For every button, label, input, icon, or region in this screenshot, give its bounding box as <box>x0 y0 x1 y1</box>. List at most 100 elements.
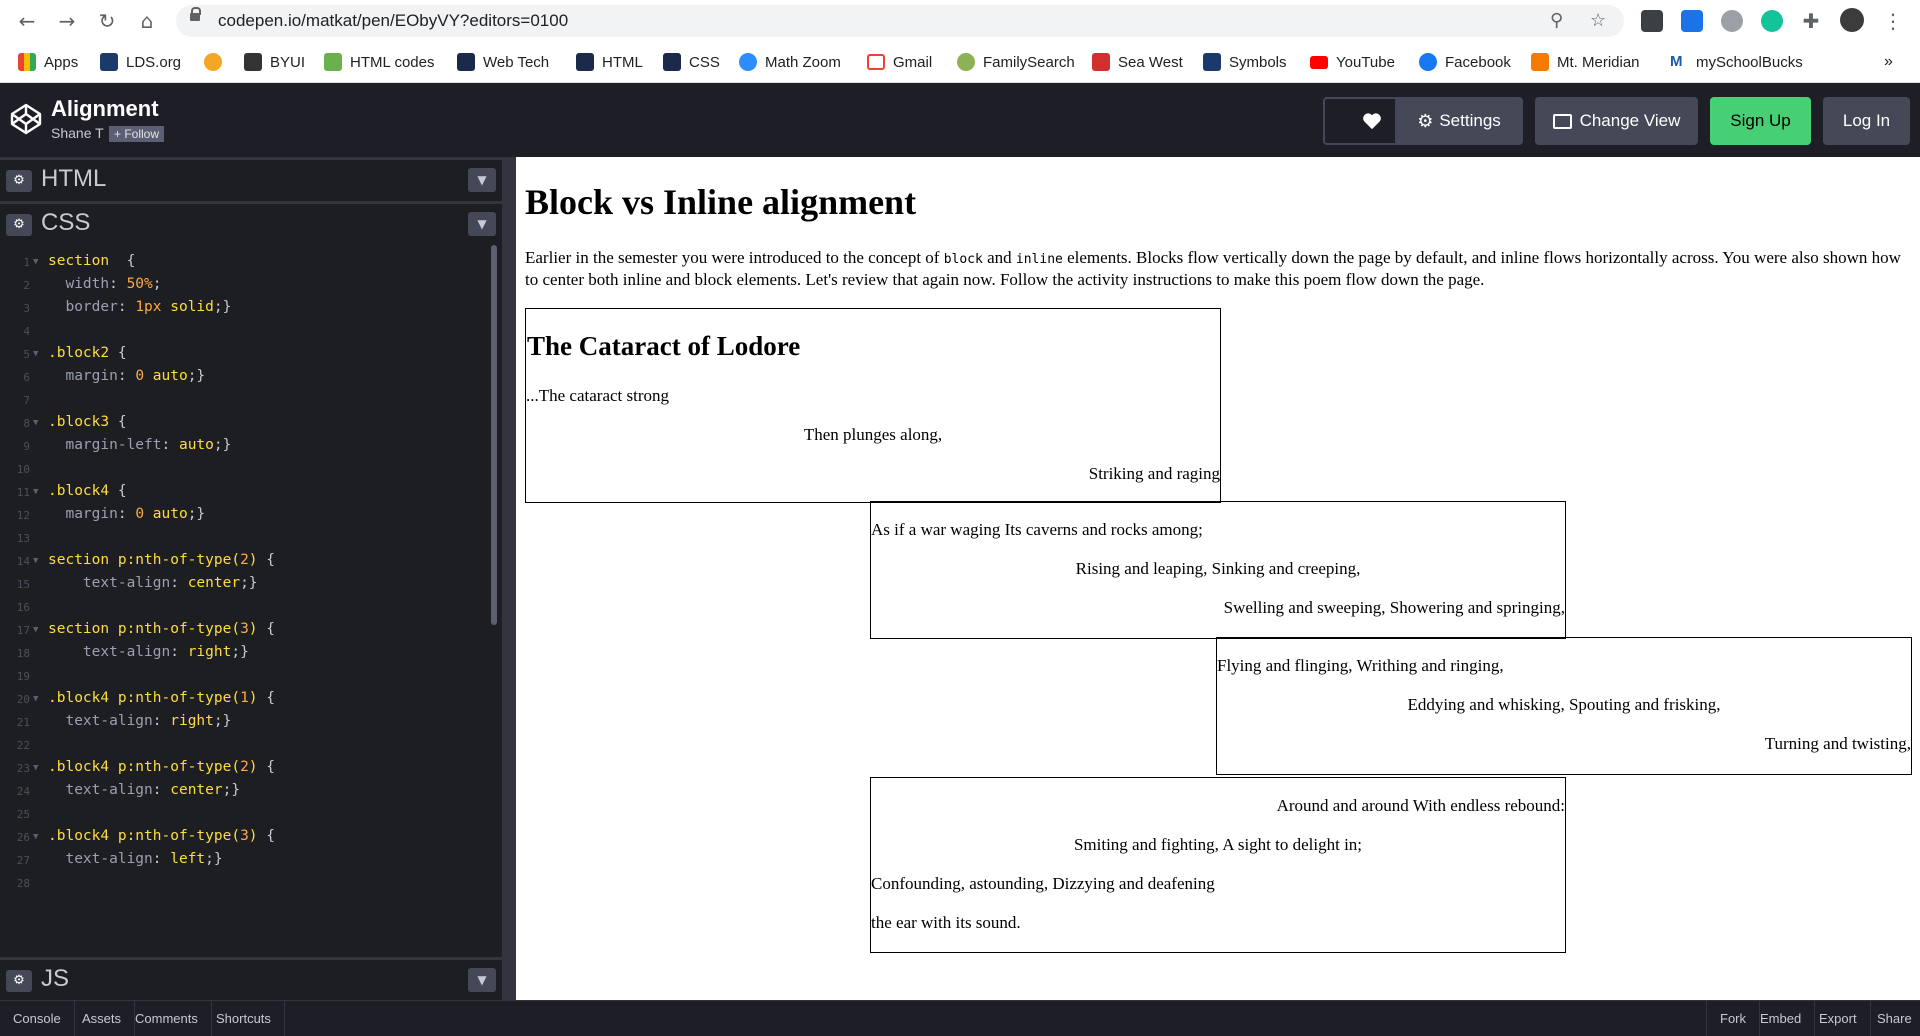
change-view-button[interactable]: Change View <box>1535 97 1698 145</box>
code-line[interactable]: 25 <box>0 805 490 827</box>
code-line[interactable]: 15 text-align: center;} <box>0 575 490 597</box>
code-line[interactable]: 5 ▼ .block2 { <box>0 345 490 367</box>
address-bar[interactable]: codepen.io/matkat/pen/EObyVY?editors=010… <box>176 5 1624 37</box>
chevron-down-icon[interactable]: ▼ <box>468 968 496 992</box>
bookmark-css[interactable]: CSS <box>663 51 720 73</box>
fold-arrow-icon[interactable]: ▼ <box>33 832 38 842</box>
js-editor-header[interactable]: ⚙ JS ▼ <box>0 957 502 1000</box>
back-icon[interactable]: ← <box>14 8 40 34</box>
chevron-down-icon[interactable]: ▼ <box>468 168 496 192</box>
editor-scrollbar[interactable] <box>491 245 497 625</box>
code-line[interactable]: 14 ▼ section p:nth-of-type(2) { <box>0 552 490 574</box>
code-line[interactable]: 28 <box>0 874 490 896</box>
code-line[interactable]: 3 border: 1px solid;} <box>0 299 490 321</box>
bookmark-sea-west[interactable]: Sea West <box>1092 51 1183 73</box>
code-line[interactable]: 12 margin: 0 auto;} <box>0 506 490 528</box>
bookmark-byui[interactable]: BYUI <box>244 51 305 73</box>
poem-line: Confounding, astounding, Dizzying and de… <box>871 874 1215 893</box>
line-number: 19 <box>16 670 30 683</box>
avatar[interactable] <box>1840 8 1864 32</box>
code-line[interactable]: 8 ▼ .block3 { <box>0 414 490 436</box>
share-button[interactable]: Share <box>1864 1001 1920 1036</box>
code-line[interactable]: 19 <box>0 667 490 689</box>
extension-icon[interactable] <box>1721 10 1743 32</box>
bookmark-familysearch[interactable]: FamilySearch <box>957 51 1075 73</box>
extension-icon[interactable] <box>1641 10 1663 32</box>
code-line[interactable]: 24 text-align: center;} <box>0 782 490 804</box>
css-editor-header[interactable]: ⚙ CSS ▼ <box>0 201 502 242</box>
home-icon[interactable]: ⌂ <box>134 8 160 34</box>
code-line[interactable]: 26 ▼ .block4 p:nth-of-type(3) { <box>0 828 490 850</box>
code-line[interactable]: 1 ▼ section { <box>0 253 490 275</box>
code-line[interactable]: 13 <box>0 529 490 551</box>
fold-arrow-icon[interactable]: ▼ <box>33 349 38 359</box>
gear-icon[interactable]: ⚙ <box>6 170 32 192</box>
bookmark-gmail[interactable]: Gmail <box>867 51 932 73</box>
bookmark-lds[interactable]: LDS.org <box>100 51 181 73</box>
bookmark-symbols[interactable]: Symbols <box>1203 51 1287 73</box>
code-line[interactable]: 23 ▼ .block4 p:nth-of-type(2) { <box>0 759 490 781</box>
code-line[interactable]: 2 width: 50%; <box>0 276 490 298</box>
code-line[interactable]: 17 ▼ section p:nth-of-type(3) { <box>0 621 490 643</box>
fold-arrow-icon[interactable]: ▼ <box>33 694 38 704</box>
url-text[interactable]: codepen.io/matkat/pen/EObyVY?editors=010… <box>218 11 568 31</box>
gear-icon[interactable]: ⚙ <box>6 970 32 992</box>
bookmark-html[interactable]: HTML <box>576 51 643 73</box>
reload-icon[interactable]: ↻ <box>94 8 120 34</box>
chevron-down-icon[interactable]: ▼ <box>468 212 496 236</box>
code-line[interactable]: 6 margin: 0 auto;} <box>0 368 490 390</box>
code-line[interactable]: 9 margin-left: auto;} <box>0 437 490 459</box>
forward-icon[interactable]: → <box>54 8 80 34</box>
sign-up-button[interactable]: Sign Up <box>1710 97 1811 145</box>
code-line[interactable]: 11 ▼ .block4 { <box>0 483 490 505</box>
shortcuts-button[interactable]: Shortcuts <box>203 1001 285 1036</box>
code-line[interactable]: 4 <box>0 322 490 344</box>
console-button[interactable]: Console <box>0 1001 75 1036</box>
bookmark-myschoolbucks[interactable]: MmySchoolBucks <box>1670 51 1803 73</box>
bookmark-star-icon[interactable]: ☆ <box>1590 10 1606 31</box>
fold-arrow-icon[interactable]: ▼ <box>33 418 38 428</box>
extension-icon[interactable] <box>1681 10 1703 32</box>
codepen-logo-icon[interactable] <box>10 103 42 135</box>
bookmark-apps[interactable]: Apps <box>18 51 78 73</box>
code-line[interactable]: 18 text-align: right;} <box>0 644 490 666</box>
settings-button[interactable]: ⚙ Settings <box>1395 97 1523 145</box>
menu-dots-icon[interactable]: ⋮ <box>1880 8 1906 34</box>
puzzle-icon[interactable]: ✚ <box>1798 8 1824 34</box>
code-line[interactable]: 20 ▼ .block4 p:nth-of-type(1) { <box>0 690 490 712</box>
bookmark-html-codes[interactable]: HTML codes <box>324 51 434 73</box>
code-line[interactable]: 22 <box>0 736 490 758</box>
code-line[interactable]: 27 text-align: left;} <box>0 851 490 873</box>
fold-arrow-icon[interactable]: ▼ <box>33 257 38 267</box>
code-text: margin: 0 auto;} <box>48 506 206 522</box>
code-line[interactable]: 21 text-align: right;} <box>0 713 490 735</box>
grammarly-icon[interactable] <box>1761 10 1783 32</box>
code-line[interactable]: 16 <box>0 598 490 620</box>
fold-arrow-icon[interactable]: ▼ <box>33 763 38 773</box>
bookmark-mt-meridian[interactable]: Mt. Meridian <box>1531 51 1640 73</box>
bookmark-facebook[interactable]: Facebook <box>1419 51 1511 73</box>
css-code-editor[interactable]: 1 ▼ section {2 width: 50%; 3 border: 1px so… <box>0 245 490 955</box>
export-button[interactable]: Export <box>1806 1001 1871 1036</box>
zoom-icon[interactable]: ⚲ <box>1550 10 1563 31</box>
resize-handle[interactable] <box>502 157 516 1000</box>
poem-line: Swelling and sweeping, Showering and spr… <box>1223 598 1565 617</box>
bookmark-web-tech[interactable]: Web Tech <box>457 51 549 73</box>
bookmark-math-zoom[interactable]: Math Zoom <box>739 51 841 73</box>
fold-arrow-icon[interactable]: ▼ <box>33 487 38 497</box>
fold-arrow-icon[interactable]: ▼ <box>33 625 38 635</box>
comments-button[interactable]: Comments <box>122 1001 212 1036</box>
code-line[interactable]: 10 <box>0 460 490 482</box>
fold-arrow-icon[interactable]: ▼ <box>33 556 38 566</box>
bookmark-swirl[interactable] <box>204 51 230 73</box>
bookmarks-more[interactable]: » <box>1884 51 1893 73</box>
log-in-button[interactable]: Log In <box>1823 97 1910 145</box>
follow-button[interactable]: + Follow <box>109 126 165 142</box>
gear-icon[interactable]: ⚙ <box>6 214 32 236</box>
embed-button[interactable]: Embed <box>1747 1001 1816 1036</box>
code-line[interactable]: 7 <box>0 391 490 413</box>
pen-title[interactable]: Alignment <box>51 96 159 122</box>
bookmark-youtube[interactable]: YouTube <box>1310 51 1395 73</box>
html-editor-header[interactable]: ⚙ HTML ▼ <box>0 157 502 198</box>
pen-author[interactable]: Shane T <box>51 125 104 141</box>
